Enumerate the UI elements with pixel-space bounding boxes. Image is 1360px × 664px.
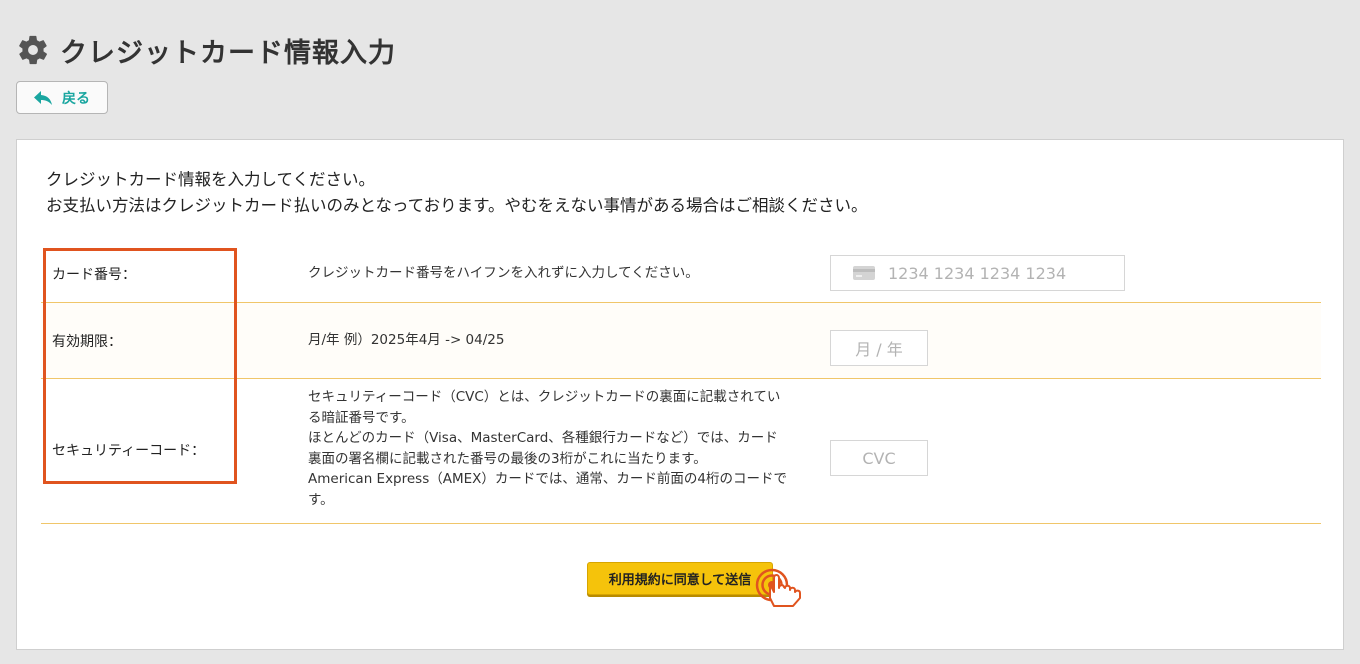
expiry-input[interactable]: 月 / 年 xyxy=(830,330,928,366)
description-line: 裏面の署名欄に記載された番号の最後の3桁がこれに当たります。 xyxy=(308,450,707,467)
submit-label: 利用規約に同意して送信 xyxy=(608,573,752,588)
cvc-input[interactable]: CVC xyxy=(830,440,928,476)
tap-hand-icon xyxy=(755,568,801,607)
intro-line-2: お支払い方法はクレジットカード払いのみとなっております。やむをえない事情がある場… xyxy=(46,196,868,215)
expiry-placeholder: 月 / 年 xyxy=(855,340,903,359)
page-header: クレジットカード情報入力 xyxy=(16,30,396,70)
gear-icon xyxy=(19,35,47,65)
expiry-label: 有効期限： xyxy=(52,334,122,350)
credit-card-icon xyxy=(853,266,875,280)
form-panel: クレジットカード情報を入力してください。 お支払い方法はクレジットカード払いのみ… xyxy=(16,139,1344,650)
description-line: る暗証番号です。 xyxy=(308,409,415,426)
back-label: 戻る xyxy=(62,90,90,107)
card-number-row: カード番号： クレジットカード番号をハイフンを入れずに入力してください。 123… xyxy=(41,248,1321,303)
card-number-input[interactable]: 1234 1234 1234 1234 xyxy=(830,255,1125,291)
back-button[interactable]: 戻る xyxy=(16,81,108,114)
intro-text: クレジットカード情報を入力してください。 お支払い方法はクレジットカード払いのみ… xyxy=(46,167,868,219)
description-line: セキュリティーコード（CVC）とは、クレジットカードの裏面に記載されてい xyxy=(308,389,781,405)
description-line: American Express（AMEX）カードでは、通常、カード前面の4桁の… xyxy=(308,471,787,487)
cvc-description: セキュリティーコード（CVC）とは、クレジットカードの裏面に記載されてい る暗証… xyxy=(308,387,798,510)
submit-button[interactable]: 利用規約に同意して送信 xyxy=(587,562,773,595)
description-line: クレジットカード番号をハイフンを入れずに入力してください。 xyxy=(308,265,699,281)
page-title: クレジットカード情報入力 xyxy=(60,37,396,69)
expiry-description: 月/年 例）2025年4月 -> 04/25 xyxy=(308,330,798,351)
card-number-label: カード番号： xyxy=(52,267,136,283)
cvc-placeholder: CVC xyxy=(862,448,896,468)
card-number-description: クレジットカード番号をハイフンを入れずに入力してください。 xyxy=(308,263,798,284)
back-arrow-icon xyxy=(34,90,52,105)
expiry-row: 有効期限： 月/年 例）2025年4月 -> 04/25 月 / 年 xyxy=(41,303,1321,379)
description-line: ほとんどのカード（Visa、MasterCard、各種銀行カードなど）では、カー… xyxy=(308,430,778,446)
cvc-row: セキュリティーコード： セキュリティーコード（CVC）とは、クレジットカードの裏… xyxy=(41,379,1321,524)
intro-line-1: クレジットカード情報を入力してください。 xyxy=(46,170,376,189)
description-line: 月/年 例）2025年4月 -> 04/25 xyxy=(308,332,505,348)
card-number-placeholder: 1234 1234 1234 1234 xyxy=(888,263,1067,283)
description-line: す。 xyxy=(308,491,334,508)
cvc-label: セキュリティーコード： xyxy=(52,443,206,459)
